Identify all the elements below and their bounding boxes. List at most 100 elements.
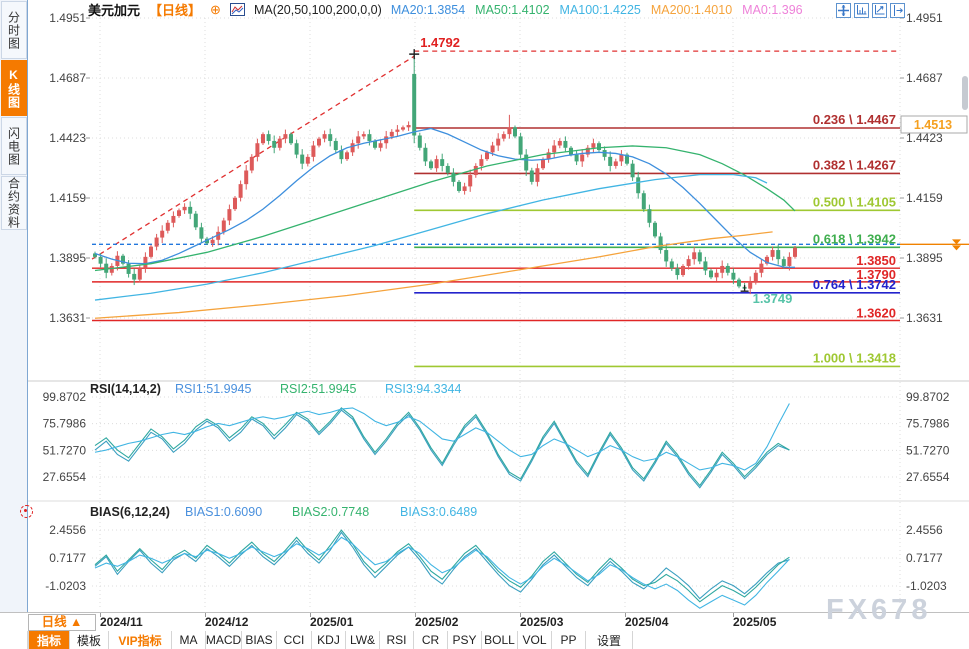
rsi-axis-left: 51.7270 xyxy=(43,443,87,457)
rsi-axis-right: 27.6554 xyxy=(906,470,950,484)
rsi-axis-right: 75.7986 xyxy=(906,417,950,431)
rsi-series-label: RSI3:94.3344 xyxy=(385,382,461,396)
candle-body xyxy=(485,152,489,159)
candle-body xyxy=(283,134,287,139)
candle-body xyxy=(479,159,483,166)
candle-body xyxy=(642,193,646,209)
sidebar-tab-3[interactable]: 闪电图 xyxy=(1,117,27,175)
candle-body xyxy=(401,127,405,129)
candle-body xyxy=(664,250,668,261)
rsi-axis-right: 51.7270 xyxy=(906,443,950,457)
candle-body xyxy=(614,161,618,166)
window-icon-bar xyxy=(836,3,905,18)
export-icon[interactable] xyxy=(890,3,905,18)
chart-axes-icon[interactable] xyxy=(854,3,869,18)
candle-body xyxy=(575,155,579,162)
candle-body xyxy=(199,227,203,238)
toolbar-item-ma[interactable]: MA xyxy=(172,631,206,649)
indicator-hot-icon[interactable] xyxy=(20,505,33,518)
toolbar-item-vol[interactable]: VOL xyxy=(518,631,552,649)
candle-body xyxy=(507,127,511,134)
bias-axis-left: 2.4556 xyxy=(49,523,86,537)
candle-body xyxy=(519,136,523,154)
toolbar-item-[interactable]: 设置 xyxy=(586,631,633,649)
candle-body xyxy=(787,257,791,266)
candle-body xyxy=(552,145,556,152)
y-axis-label-left: 1.3631 xyxy=(49,311,86,325)
scrollbar-thumb[interactable] xyxy=(962,76,968,110)
candle-body xyxy=(171,216,175,223)
candle-body xyxy=(177,210,181,216)
toolbar-item-bias[interactable]: BIAS xyxy=(242,631,277,649)
date-label: 2024/12 xyxy=(205,615,248,629)
candle-body xyxy=(496,139,500,146)
candle-body xyxy=(429,161,433,168)
add-compare-icon[interactable]: ⊕ xyxy=(210,2,221,18)
toolbar-item-lw[interactable]: LW& xyxy=(346,631,380,649)
candle-body xyxy=(446,166,450,173)
candle-body xyxy=(289,134,293,143)
bias-axis-right: -1.0203 xyxy=(906,579,947,593)
bottom-toolbar: 指标模板VIP指标MAMACDBIASCCIKDJLW&RSICRPSYBOLL… xyxy=(0,631,969,649)
candle-body xyxy=(793,248,797,257)
y-axis-label-left: 1.4159 xyxy=(49,191,86,205)
sidebar-tab-4[interactable]: 合约资料 xyxy=(1,176,27,230)
candle-body xyxy=(737,280,741,287)
fib-label: 1.000 \ 1.3418 xyxy=(813,350,896,365)
sidebar-tab-label: 闪电图 xyxy=(6,127,23,166)
candle-body xyxy=(687,259,691,266)
toolbar-item-kdj[interactable]: KDJ xyxy=(312,631,346,649)
candle-body xyxy=(143,257,147,268)
toolbar-item-macd[interactable]: MACD xyxy=(206,631,242,649)
chart-arrow-icon[interactable] xyxy=(872,3,887,18)
bias-axis-left: 0.7177 xyxy=(49,551,86,565)
candle-body xyxy=(591,143,595,148)
date-label: 2024/11 xyxy=(100,615,143,629)
candle-body xyxy=(759,264,763,273)
candle-body xyxy=(367,134,371,141)
candle-body xyxy=(233,198,237,209)
candle-body xyxy=(334,141,338,150)
chart-type-icon xyxy=(230,3,245,16)
watermark: FX678 xyxy=(826,594,931,627)
toolbar-item-cci[interactable]: CCI xyxy=(277,631,312,649)
rsi-title: RSI(14,14,2) xyxy=(90,382,161,396)
sidebar-tab-1[interactable]: 分时图 xyxy=(1,1,27,59)
candle-body xyxy=(418,135,422,147)
toolbar-item-pp[interactable]: PP xyxy=(552,631,586,649)
high-price-label: 1.4792 xyxy=(420,35,460,50)
candle-body xyxy=(362,134,366,136)
fib-label: 0.236 \ 1.4467 xyxy=(813,112,896,127)
toolbar-item-cr[interactable]: CR xyxy=(414,631,448,649)
candle-body xyxy=(222,220,226,231)
period-label: 【日线】 xyxy=(149,0,201,19)
candle-body xyxy=(390,132,394,137)
candle-body xyxy=(239,184,243,198)
candle-body xyxy=(373,141,377,148)
date-label: 2025/05 xyxy=(733,615,776,629)
candle-body xyxy=(306,157,310,164)
candle-body xyxy=(670,261,674,268)
move-icon[interactable] xyxy=(836,3,851,18)
sidebar-tab-label: 分时图 xyxy=(6,11,23,50)
toolbar-item-[interactable]: 模板 xyxy=(70,631,109,649)
candle-body xyxy=(726,266,730,273)
candle-body xyxy=(272,141,276,148)
sidebar-tab-2[interactable]: K线图 xyxy=(1,60,27,116)
fib-label: 0.618 \ 1.3942 xyxy=(813,231,896,246)
toolbar-item-[interactable]: 指标 xyxy=(28,631,70,649)
period-button[interactable]: 日线 ▲ xyxy=(28,614,96,631)
rsi-axis-left: 27.6554 xyxy=(43,470,87,484)
toolbar-item-vip[interactable]: VIP指标 xyxy=(109,631,172,649)
candle-body xyxy=(127,264,131,274)
toolbar-item-psy[interactable]: PSY xyxy=(448,631,482,649)
candle-body xyxy=(703,261,707,270)
toolbar-item-rsi[interactable]: RSI xyxy=(380,631,414,649)
toolbar-item-boll[interactable]: BOLL xyxy=(482,631,518,649)
candle-body xyxy=(647,209,651,223)
sidebar: 分时图 K线图闪电图合约资料 xyxy=(0,0,28,612)
candle-body xyxy=(104,264,108,273)
candle-body xyxy=(132,274,136,280)
candle-body xyxy=(715,273,719,278)
date-label: 2025/01 xyxy=(310,615,353,629)
